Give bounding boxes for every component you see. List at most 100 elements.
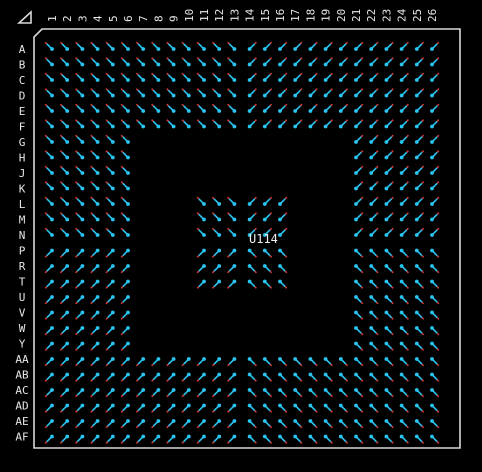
bga-pad[interactable] (196, 41, 206, 51)
bga-pad[interactable] (338, 41, 349, 51)
bga-pad[interactable] (120, 326, 130, 336)
bga-pad[interactable] (369, 434, 379, 444)
bga-pad[interactable] (430, 388, 440, 398)
bga-pad[interactable] (430, 165, 440, 175)
bga-pad[interactable] (323, 357, 333, 367)
bga-pad[interactable] (44, 295, 54, 305)
bga-pad[interactable] (105, 264, 115, 274)
bga-pad[interactable] (262, 419, 273, 429)
bga-pad[interactable] (105, 150, 115, 160)
bga-pad[interactable] (338, 103, 349, 113)
bga-pad[interactable] (196, 403, 206, 413)
bga-pad[interactable] (262, 41, 273, 51)
bga-pad[interactable] (120, 341, 130, 351)
bga-pad[interactable] (196, 372, 206, 382)
bga-pad[interactable] (166, 388, 176, 398)
bga-pad[interactable] (399, 181, 409, 191)
bga-pad[interactable] (384, 57, 394, 67)
bga-pad[interactable] (354, 372, 364, 382)
bga-pad[interactable] (120, 279, 130, 289)
bga-pad[interactable] (90, 212, 100, 222)
bga-pad[interactable] (430, 279, 440, 289)
bga-pad[interactable] (120, 248, 130, 258)
bga-pad[interactable] (247, 372, 257, 382)
bga-pad[interactable] (430, 310, 440, 320)
bga-pad[interactable] (414, 103, 425, 113)
bga-pad[interactable] (181, 403, 191, 413)
bga-pad[interactable] (75, 41, 85, 51)
bga-pad[interactable] (338, 403, 349, 413)
bga-pad[interactable] (227, 279, 237, 289)
bga-pad[interactable] (151, 403, 161, 413)
bga-pad[interactable] (369, 88, 379, 98)
bga-pad[interactable] (338, 419, 349, 429)
bga-pad[interactable] (414, 248, 425, 258)
bga-pad[interactable] (430, 326, 440, 336)
bga-pad[interactable] (120, 434, 130, 444)
bga-pad[interactable] (354, 41, 364, 51)
bga-pad[interactable] (59, 264, 70, 274)
bga-pad[interactable] (430, 264, 440, 274)
bga-pad[interactable] (90, 57, 100, 67)
bga-pad[interactable] (166, 41, 176, 51)
bga-pad[interactable] (247, 103, 257, 113)
bga-pad[interactable] (247, 196, 257, 206)
bga-pad[interactable] (105, 372, 115, 382)
bga-pad[interactable] (399, 248, 409, 258)
bga-pad[interactable] (135, 419, 146, 429)
bga-pad[interactable] (166, 372, 176, 382)
bga-pad[interactable] (120, 357, 130, 367)
bga-pad[interactable] (196, 103, 206, 113)
bga-pad[interactable] (308, 88, 318, 98)
bga-pad[interactable] (430, 119, 440, 129)
bga-pad[interactable] (105, 279, 115, 289)
bga-pad[interactable] (135, 88, 146, 98)
bga-pad[interactable] (75, 341, 85, 351)
bga-pad[interactable] (44, 388, 54, 398)
bga-pad[interactable] (181, 103, 191, 113)
pcb-canvas[interactable]: 1 2 3 4 5 6 7 8 9 10 11 12 13 14 15 16 17 18 19 20 21 22 23 24 2… (0, 0, 482, 472)
bga-pad[interactable] (369, 196, 379, 206)
bga-pad[interactable] (430, 357, 440, 367)
bga-pad[interactable] (414, 119, 425, 129)
bga-pad[interactable] (90, 72, 100, 82)
bga-pad[interactable] (120, 57, 130, 67)
bga-pad[interactable] (211, 41, 222, 51)
bga-pad[interactable] (354, 227, 364, 237)
bga-pad[interactable] (120, 372, 130, 382)
bga-pad[interactable] (211, 103, 222, 113)
bga-pad[interactable] (59, 248, 70, 258)
bga-pad[interactable] (75, 150, 85, 160)
bga-pad[interactable] (227, 403, 237, 413)
bga-pad[interactable] (414, 212, 425, 222)
bga-pad[interactable] (338, 388, 349, 398)
bga-pad[interactable] (211, 119, 222, 129)
bga-pad[interactable] (430, 341, 440, 351)
bga-pad[interactable] (308, 434, 318, 444)
bga-pad[interactable] (59, 165, 70, 175)
bga-pad[interactable] (227, 212, 237, 222)
bga-pad[interactable] (44, 279, 54, 289)
bga-pad[interactable] (323, 388, 333, 398)
bga-pad[interactable] (211, 403, 222, 413)
bga-pad[interactable] (196, 357, 206, 367)
bga-pad[interactable] (384, 134, 394, 144)
bga-pad[interactable] (399, 357, 409, 367)
bga-pad[interactable] (262, 357, 273, 367)
bga-pad[interactable] (278, 196, 288, 206)
bga-pad[interactable] (227, 227, 237, 237)
bga-pad[interactable] (278, 103, 288, 113)
bga-pad[interactable] (166, 103, 176, 113)
bga-pad[interactable] (354, 310, 364, 320)
bga-pad[interactable] (75, 248, 85, 258)
bga-pad[interactable] (399, 388, 409, 398)
bga-pad[interactable] (369, 419, 379, 429)
bga-pad[interactable] (430, 181, 440, 191)
bga-pad[interactable] (414, 150, 425, 160)
bga-pad[interactable] (44, 357, 54, 367)
bga-pad[interactable] (354, 434, 364, 444)
bga-pad[interactable] (151, 88, 161, 98)
bga-pad[interactable] (59, 310, 70, 320)
bga-pad[interactable] (278, 72, 288, 82)
bga-pad[interactable] (247, 41, 257, 51)
